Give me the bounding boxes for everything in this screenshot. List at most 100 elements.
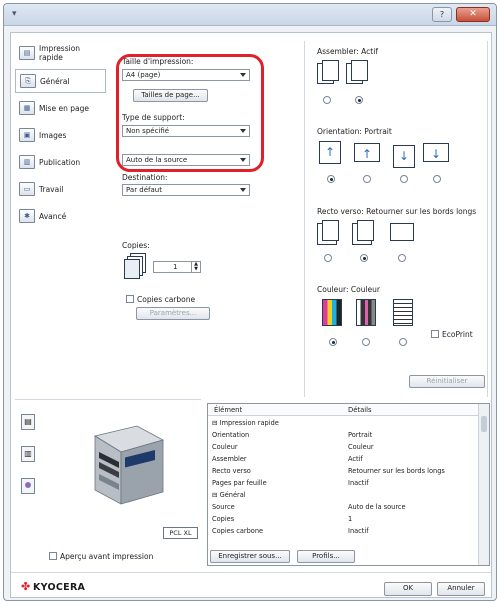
carbon-copies-checkbox[interactable] <box>126 295 134 303</box>
uncollated-icon[interactable] <box>317 60 339 84</box>
vertical-scrollbar[interactable] <box>478 404 489 565</box>
source-value: Auto de la source <box>126 156 188 164</box>
duplex-short-edge-icon[interactable] <box>390 223 414 241</box>
duplex-short-edge-radio[interactable] <box>398 254 406 262</box>
source-select[interactable]: Auto de la source <box>122 154 250 166</box>
sidebar-item-layout[interactable]: ▦ Mise en page <box>15 96 106 120</box>
sidebar-item-job[interactable]: ▭ Travail <box>15 177 106 201</box>
monochrome-icon[interactable] <box>393 299 413 326</box>
color-mixed-icon[interactable] <box>356 299 376 326</box>
stepper-arrows-icon[interactable]: ▲ ▼ <box>191 262 200 272</box>
help-button[interactable]: ? <box>432 7 452 22</box>
column-header-details: Détails <box>348 406 372 414</box>
app-icon: ▾ <box>12 9 17 19</box>
kyocera-logo-icon: ✤ <box>21 580 31 593</box>
table-row[interactable]: Source Auto de la source <box>208 502 479 513</box>
copies-icon <box>124 253 148 279</box>
table-row[interactable]: ⊟ Impression rapide <box>208 418 479 429</box>
title-bar: ▾ ? ✕ <box>4 4 496 26</box>
duplex-label: Recto verso: Retourner sur les bords lon… <box>317 207 477 216</box>
job-icon: ▭ <box>19 182 35 196</box>
sidebar-item-label: Images <box>39 130 67 140</box>
color-radio[interactable] <box>329 338 337 346</box>
preview-panel: ▤ ▥ PCL XL <box>15 399 201 569</box>
copies-stepper[interactable]: 1 ▲ ▼ <box>153 261 201 273</box>
sidebar-item-publishing[interactable]: ▥ Publication <box>15 150 106 174</box>
table-row[interactable]: Assembler Actif <box>208 454 479 465</box>
color-label: Couleur: Couleur <box>317 285 381 294</box>
print-preview-checkbox[interactable] <box>49 552 57 560</box>
duplex-long-edge-icon[interactable] <box>352 220 374 245</box>
pdl-badge: PCL XL <box>163 527 198 539</box>
sidebar-item-label: Général <box>40 76 70 86</box>
orientation-label: Orientation: Portrait <box>317 127 392 136</box>
sidebar-item-advanced[interactable]: ✱ Avancé <box>15 204 106 228</box>
simplex-icon[interactable] <box>317 220 339 245</box>
sidebar: ▤ Impression rapide ⎘ Général ▦ Mise en … <box>15 39 106 249</box>
landscape-rotated-radio[interactable] <box>433 175 441 183</box>
table-row[interactable]: Recto verso Retourner sur les bords longs <box>208 466 479 477</box>
ecoprint-checkbox[interactable] <box>431 330 439 338</box>
landscape-rotated-icon[interactable]: ↓ <box>423 143 449 162</box>
landscape-radio[interactable] <box>363 175 371 183</box>
close-button[interactable]: ✕ <box>456 7 490 22</box>
table-row[interactable]: Couleur Couleur <box>208 442 479 453</box>
table-header: Élément Détails <box>208 404 479 416</box>
scrollbar-thumb[interactable] <box>481 416 487 432</box>
sidebar-item-label: Impression rapide <box>39 44 81 62</box>
table-row[interactable]: Orientation Portrait <box>208 430 479 441</box>
monochrome-radio[interactable] <box>399 338 407 346</box>
cancel-button[interactable]: Annuler <box>437 582 485 596</box>
settings-summary-table[interactable]: Élément Détails ⊟ Impression rapide Orie… <box>207 403 490 566</box>
sidebar-item-general[interactable]: ⎘ Général <box>15 69 106 93</box>
destination-select[interactable]: Par défaut <box>122 184 250 196</box>
print-preferences-window: ▾ ? ✕ ▤ Impression rapide ⎘ Général ▦ Mi… <box>3 3 497 601</box>
layout-icon: ▦ <box>19 101 35 115</box>
copies-label: Copies: <box>122 241 150 250</box>
chevron-down-icon <box>240 158 246 162</box>
sidebar-item-label: Travail <box>39 184 64 194</box>
sidebar-item-label: Mise en page <box>39 103 89 113</box>
portrait-radio[interactable] <box>327 175 335 183</box>
images-icon: ▣ <box>19 128 35 142</box>
duplex-long-edge-radio[interactable] <box>360 254 368 262</box>
dialog-body: ▤ Impression rapide ⎘ Général ▦ Mise en … <box>10 32 492 598</box>
printer-image <box>93 425 165 505</box>
destination-label: Destination: <box>122 173 168 182</box>
kyocera-logo-text: KYOCERA <box>33 582 86 593</box>
collated-icon[interactable] <box>346 60 368 84</box>
general-icon: ⎘ <box>20 74 36 88</box>
column-header-element: Élément <box>214 406 243 414</box>
collate-label: Assembler: Actif <box>317 47 378 56</box>
page-view-icon[interactable]: ▥ <box>21 446 35 462</box>
landscape-icon[interactable]: ↑ <box>354 143 380 162</box>
save-as-button[interactable]: Enregistrer sous... <box>210 550 290 563</box>
printer-view-icon[interactable]: ▤ <box>21 414 35 430</box>
publishing-icon: ▥ <box>19 155 35 169</box>
reset-button[interactable]: Réinitialiser <box>409 375 485 388</box>
quick-settings-panel: Assembler: Actif Orientation: Portrait ↑… <box>304 41 488 397</box>
ok-button[interactable]: OK <box>384 582 432 596</box>
chevron-down-icon <box>240 188 246 192</box>
sidebar-item-quick-print[interactable]: ▤ Impression rapide <box>15 39 106 67</box>
color-mixed-radio[interactable] <box>362 338 370 346</box>
quick-print-icon: ▤ <box>19 46 35 60</box>
table-row[interactable]: Pages par feuille Inactif <box>208 478 479 489</box>
color-mode-icon[interactable] <box>322 299 342 326</box>
table-row[interactable]: Copies carbone Inactif <box>208 526 479 537</box>
parameters-button[interactable]: Paramètres... <box>136 307 210 320</box>
profile-button[interactable]: Profils... <box>297 550 355 563</box>
portrait-icon[interactable]: ↑ <box>319 141 341 164</box>
sidebar-item-label: Publication <box>39 157 81 167</box>
sidebar-item-images[interactable]: ▣ Images <box>15 123 106 147</box>
destination-value: Par défaut <box>126 186 162 194</box>
color-view-icon[interactable] <box>21 478 35 494</box>
collate-off-radio[interactable] <box>323 96 331 104</box>
simplex-radio[interactable] <box>324 254 332 262</box>
sidebar-item-label: Avancé <box>39 211 67 221</box>
table-row[interactable]: ⊟ Général <box>208 490 479 501</box>
portrait-rotated-radio[interactable] <box>400 175 408 183</box>
table-row[interactable]: Copies 1 <box>208 514 479 525</box>
portrait-rotated-icon[interactable]: ↓ <box>393 145 415 168</box>
collate-on-radio[interactable] <box>355 96 363 104</box>
